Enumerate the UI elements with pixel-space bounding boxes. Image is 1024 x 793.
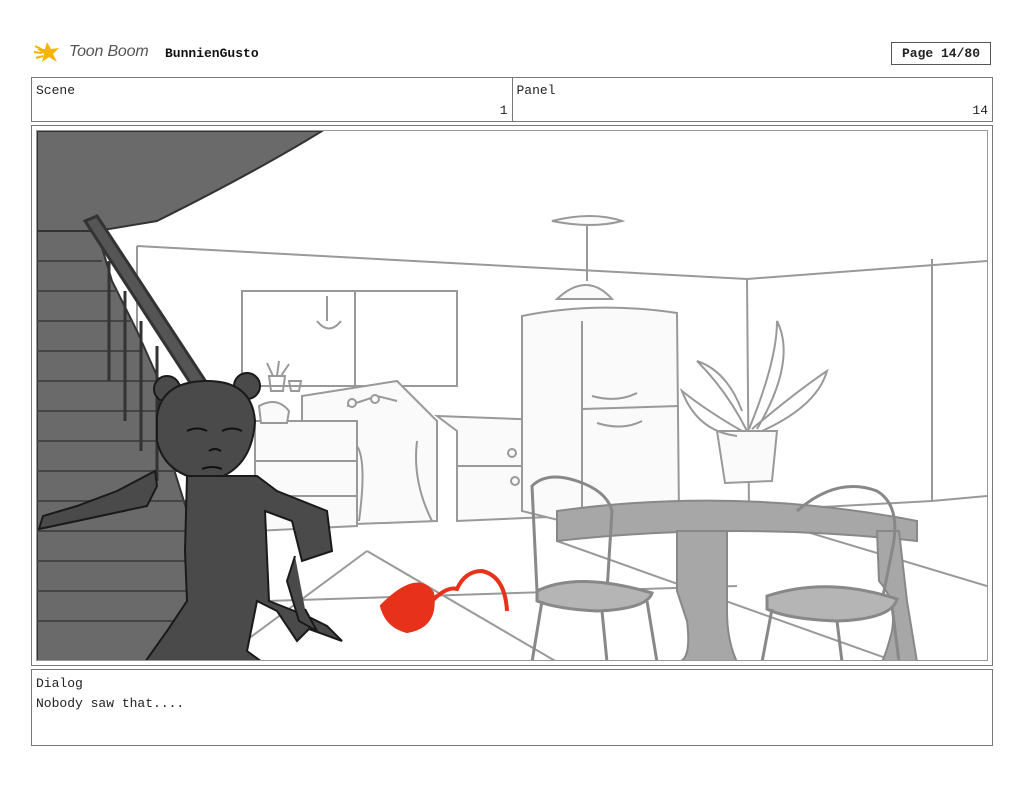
scene-cell: Scene 1 xyxy=(32,78,512,121)
dialog-section: Dialog Nobody saw that.... xyxy=(31,669,993,746)
kitchen-sketch-illustration xyxy=(37,131,987,660)
dialog-text: Nobody saw that.... xyxy=(36,696,185,711)
toon-boom-logo: Toon Boom xyxy=(33,38,157,68)
page-indicator: Page 14/80 xyxy=(891,42,991,65)
toon-boom-logo-icon xyxy=(33,42,59,62)
project-title: BunnienGusto xyxy=(165,46,259,61)
scene-value: 1 xyxy=(499,103,508,118)
panel-drawing-area xyxy=(36,130,988,661)
potted-plant xyxy=(679,320,829,485)
scene-panel-row: Scene 1 Panel 14 xyxy=(31,77,993,122)
dialog-label: Dialog xyxy=(36,676,83,691)
logo-text: Toon Boom xyxy=(69,43,149,60)
scene-label: Scene xyxy=(36,83,76,98)
pendant-lamp xyxy=(551,215,626,300)
storyboard-panel xyxy=(31,125,993,666)
panel-cell: Panel 14 xyxy=(511,78,993,121)
panel-value: 14 xyxy=(972,103,988,118)
panel-label: Panel xyxy=(516,83,556,98)
kitchen-window xyxy=(241,290,458,387)
